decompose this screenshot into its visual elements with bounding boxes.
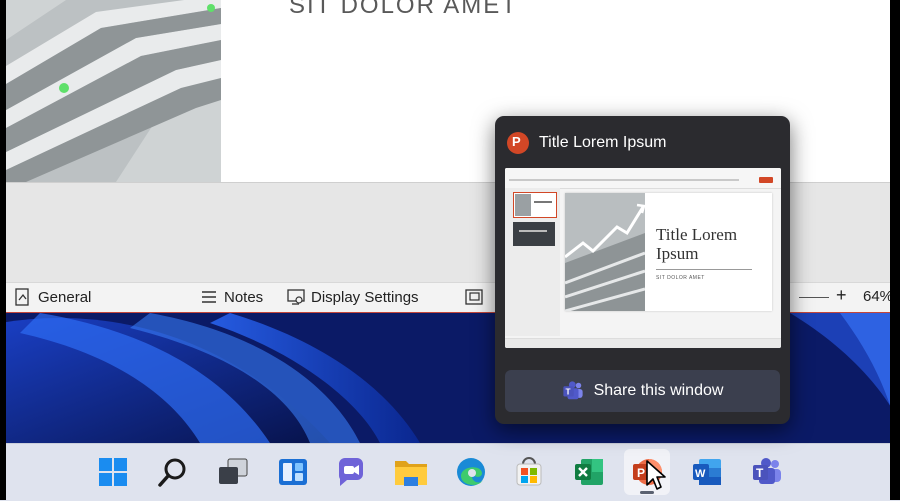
notes-label: Notes (224, 288, 264, 306)
preview-ribbon (505, 168, 781, 189)
excel-icon (575, 459, 603, 485)
windows-icon (99, 458, 127, 486)
slide-heading: SIT DOLOR AMET (289, 0, 518, 19)
powerpoint-badge-icon: P (507, 132, 529, 154)
sensitivity-general[interactable]: General (14, 288, 91, 306)
left-frame-border (0, 0, 6, 500)
normal-view-button[interactable] (465, 288, 483, 306)
svg-text:P: P (637, 466, 645, 480)
notes-button[interactable]: Notes (200, 288, 263, 306)
share-this-window-button[interactable]: T Share this window (505, 370, 780, 412)
svg-text:W: W (695, 468, 706, 480)
zoom-level[interactable]: 64% (863, 288, 893, 305)
teams-icon: T (753, 458, 781, 484)
search-button[interactable] (150, 449, 196, 495)
svg-text:T: T (565, 387, 570, 396)
teams-icon: T (562, 381, 583, 400)
word-icon: W (693, 459, 721, 485)
share-label: Share this window (593, 382, 724, 399)
display-settings-button[interactable]: Display Settings (287, 288, 419, 306)
search-icon (158, 458, 186, 487)
normal-view-icon (465, 288, 483, 306)
store-icon (516, 457, 542, 486)
word-button[interactable]: W (684, 449, 730, 495)
taskbar-thumbnail-flyout: P Title Lorem Ipsum Title Lorem Ipsum SI… (495, 116, 790, 424)
edge-icon (457, 458, 485, 486)
general-label: General (38, 288, 92, 306)
notes-icon (200, 288, 218, 306)
stairs-photo (6, 0, 221, 182)
preview-slide-title: Title Lorem Ipsum (656, 225, 738, 263)
task-view-button[interactable] (210, 449, 256, 495)
start-button[interactable] (90, 449, 136, 495)
preview-slide-thumbnails (505, 188, 560, 336)
taskbar: P W T (0, 443, 900, 501)
window-preview-thumbnail[interactable]: Title Lorem Ipsum SIT DOLOR AMET (505, 168, 781, 348)
sensitivity-icon (14, 288, 32, 306)
window-title: Title Lorem Ipsum (539, 134, 667, 151)
display-settings-icon (287, 288, 305, 306)
widgets-button[interactable] (270, 449, 316, 495)
svg-text:T: T (756, 466, 764, 480)
widgets-icon (279, 459, 307, 485)
folder-icon (395, 461, 427, 486)
zoom-in-button[interactable]: + (836, 285, 847, 306)
chat-button[interactable] (328, 449, 374, 495)
store-button[interactable] (506, 449, 552, 495)
display-settings-label: Display Settings (311, 288, 419, 306)
task-view-icon (219, 458, 248, 484)
edge-button[interactable] (448, 449, 494, 495)
file-explorer-button[interactable] (388, 449, 434, 495)
right-frame-border (890, 0, 900, 500)
flyout-header[interactable]: P Title Lorem Ipsum (507, 132, 666, 154)
preview-slide: Title Lorem Ipsum SIT DOLOR AMET (565, 193, 772, 311)
preview-slide-subtitle: SIT DOLOR AMET (656, 275, 705, 281)
mouse-cursor-icon (645, 459, 667, 496)
teams-button[interactable]: T (744, 449, 790, 495)
preview-statusbar (505, 338, 781, 348)
teams-chat-icon (339, 458, 363, 486)
excel-button[interactable] (566, 449, 612, 495)
zoom-slider[interactable] (799, 297, 829, 298)
